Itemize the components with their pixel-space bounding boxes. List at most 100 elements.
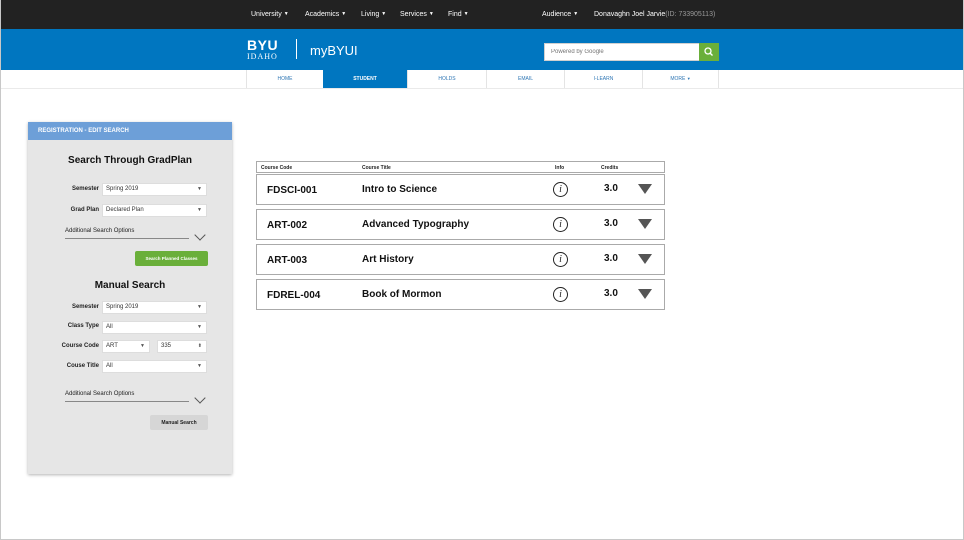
info-icon[interactable]: i: [553, 182, 568, 197]
class-type-select[interactable]: All ▼: [102, 321, 207, 334]
site-header: [1, 29, 963, 70]
course-credits: 3.0: [604, 253, 618, 264]
topnav-label: Audience: [542, 11, 572, 18]
divider: [65, 238, 189, 239]
gradplan-label: Grad Plan: [70, 207, 99, 213]
manual-search-button[interactable]: Manual Search: [150, 415, 208, 430]
chevron-down-icon[interactable]: [194, 229, 206, 241]
caret-down-icon: ▼: [283, 11, 289, 17]
class-type-label: Class Type: [67, 323, 99, 329]
table-row[interactable]: FDSCI-001 Intro to Science i 3.0: [256, 174, 665, 205]
course-credits: 3.0: [604, 183, 618, 194]
expand-arrow-icon[interactable]: [638, 184, 652, 194]
caret-down-icon: ▼: [428, 11, 434, 17]
logo-divider: [296, 39, 297, 59]
tab-more-label: MORE: [670, 76, 686, 82]
topnav-audience[interactable]: Audience ▼: [542, 11, 578, 18]
caret-down-icon: ▼: [381, 11, 387, 17]
course-title-select[interactable]: All ▼: [102, 360, 207, 373]
gradplan-additional-options[interactable]: Additional Search Options: [65, 228, 134, 234]
gradplan-search-title: Search Through GradPlan: [68, 155, 192, 166]
main-nav: HOME STUDENT HOLDS EMAIL I-LEARN MORE ▼: [1, 70, 963, 89]
gradplan-semester-select[interactable]: Spring 2019 ▼: [102, 183, 207, 196]
search-icon: [704, 47, 713, 56]
user-menu[interactable]: Donavaghn Joel Jarvie(ID: 733905113): [594, 11, 715, 18]
course-title: Book of Mormon: [362, 289, 442, 300]
table-row[interactable]: ART-003 Art History i 3.0: [256, 244, 665, 275]
select-value: All: [106, 324, 113, 330]
nav-divider: [1, 88, 963, 89]
search-planned-classes-button[interactable]: Search Planned Classes: [135, 251, 208, 266]
select-value: Spring 2019: [106, 304, 139, 310]
manual-semester-select[interactable]: Spring 2019 ▼: [102, 301, 207, 314]
select-value: Spring 2019: [106, 186, 139, 192]
search-input[interactable]: [544, 43, 700, 61]
chevron-down-icon[interactable]: [194, 392, 206, 404]
course-code: FDSCI-001: [267, 185, 318, 196]
course-subject-select[interactable]: ART ▼: [102, 340, 150, 353]
tab-email[interactable]: EMAIL: [486, 70, 564, 88]
tab-ilearn[interactable]: I-LEARN: [564, 70, 642, 88]
top-utility-bar: University ▼ Academics ▼ Living ▼ Services ▼…: [1, 0, 963, 29]
semester-label: Semester: [71, 304, 99, 310]
user-name: Donavaghn Joel Jarvie: [594, 11, 666, 18]
table-row[interactable]: ART-002 Advanced Typography i 3.0: [256, 209, 665, 240]
panel-header: REGISTRATION - EDIT SEARCH: [28, 122, 232, 140]
topnav-find[interactable]: Find ▼: [448, 11, 469, 18]
tab-home[interactable]: HOME: [246, 70, 323, 88]
caret-down-icon: ▼: [463, 11, 469, 17]
select-value: All: [106, 363, 113, 369]
select-value: Declared Plan: [106, 207, 144, 213]
topnav-academics[interactable]: Academics ▼: [305, 11, 346, 18]
course-code-label: Course Code: [61, 343, 99, 349]
course-code: ART-003: [267, 255, 308, 266]
topnav-living[interactable]: Living ▼: [361, 11, 386, 18]
dropdown-arrow-icon: ▼: [197, 186, 202, 192]
tab-holds[interactable]: HOLDS: [407, 70, 486, 88]
info-icon[interactable]: i: [553, 217, 568, 232]
course-title: Intro to Science: [362, 184, 438, 195]
search-button[interactable]: [699, 43, 719, 61]
tab-student[interactable]: STUDENT: [323, 70, 407, 88]
registration-search-panel: REGISTRATION - EDIT SEARCH Search Throug…: [28, 122, 232, 474]
page: University ▼ Academics ▼ Living ▼ Services ▼…: [0, 0, 964, 540]
course-code: FDREL-004: [267, 290, 321, 301]
select-value: ART: [106, 343, 118, 349]
gradplan-select[interactable]: Declared Plan ▼: [102, 204, 207, 217]
column-header: Info: [555, 165, 565, 171]
tab-more[interactable]: MORE ▼: [642, 70, 719, 88]
expand-arrow-icon[interactable]: [638, 219, 652, 229]
course-number-stepper[interactable]: 335 ⬍: [157, 340, 207, 353]
logo-idaho: IDAHO: [247, 52, 278, 61]
divider: [65, 401, 189, 402]
info-icon[interactable]: i: [553, 252, 568, 267]
manual-additional-options[interactable]: Additional Search Options: [65, 391, 134, 397]
course-title: Art History: [362, 254, 414, 265]
topnav-label: University: [251, 11, 282, 18]
logo-byu[interactable]: BYU: [247, 37, 278, 53]
site-name[interactable]: myBYUI: [310, 43, 358, 58]
topnav-label: Academics: [305, 11, 340, 18]
column-header: Course Code: [261, 165, 293, 171]
topnav-label: Living: [361, 11, 380, 18]
stepper-value: 335: [161, 343, 172, 349]
dropdown-arrow-icon: ▼: [197, 304, 202, 310]
dropdown-arrow-icon: ▼: [140, 343, 145, 349]
semester-label: Semester: [71, 186, 99, 192]
course-code: ART-002: [267, 220, 308, 231]
column-header: Course Title: [362, 165, 391, 171]
course-credits: 3.0: [604, 288, 618, 299]
course-title-label: Couse Title: [66, 363, 99, 369]
column-header: Credits: [601, 165, 619, 171]
dropdown-arrow-icon: ▼: [197, 324, 202, 330]
table-header: Course Code Course Title Info Credits: [256, 161, 665, 173]
caret-down-icon: ▼: [686, 76, 691, 81]
expand-arrow-icon[interactable]: [638, 289, 652, 299]
expand-arrow-icon[interactable]: [638, 254, 652, 264]
topnav-services[interactable]: Services ▼: [400, 11, 434, 18]
topnav-label: Services: [400, 11, 427, 18]
table-row[interactable]: FDREL-004 Book of Mormon i 3.0: [256, 279, 665, 310]
topnav-university[interactable]: University ▼: [251, 11, 289, 18]
dropdown-arrow-icon: ▼: [197, 207, 202, 213]
info-icon[interactable]: i: [553, 287, 568, 302]
